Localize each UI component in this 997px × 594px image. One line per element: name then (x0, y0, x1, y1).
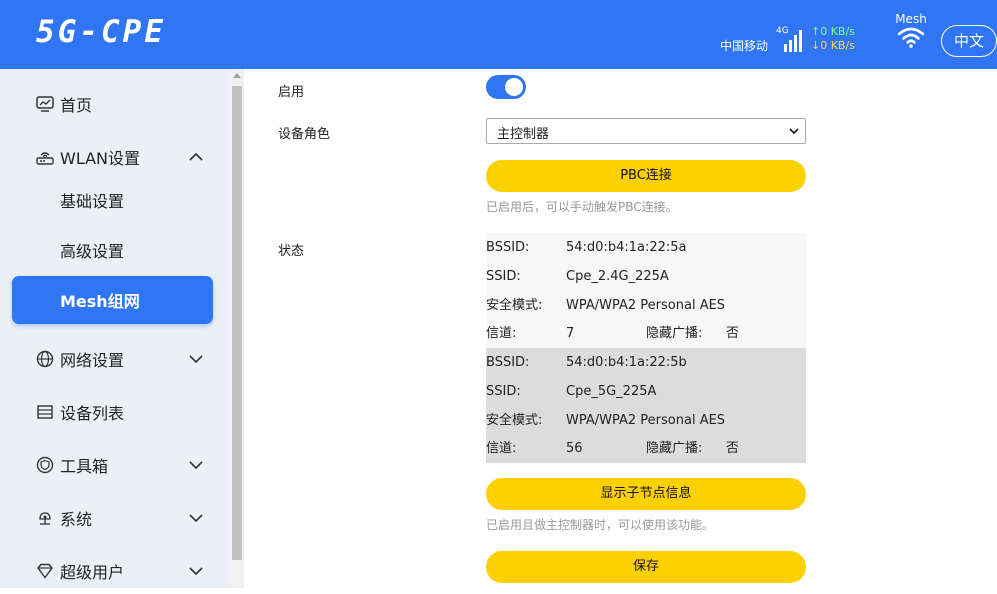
pbc-connect-button[interactable]: PBC连接 (486, 160, 806, 192)
network-type: 4G (776, 26, 789, 36)
mesh-label: Mesh (895, 12, 927, 26)
sidebar-item-label: Mesh组网 (60, 292, 140, 311)
signal-strength-icon: 4G (776, 26, 806, 52)
chevron-down-icon[interactable] (186, 455, 206, 475)
bssid-value: 54:d0:b4:1a:22:5a (566, 240, 687, 255)
enable-toggle[interactable] (486, 75, 526, 99)
pbc-hint: 已启用后，可以手动触发PBC连接。 (486, 200, 678, 214)
sidebar-item-wlan-advanced[interactable]: 高级设置 (0, 227, 230, 273)
channel-label: 信道: (486, 441, 517, 456)
subnode-hint: 已启用且做主控制器时，可以使用该功能。 (486, 518, 715, 532)
sidebar-item-wlan[interactable]: WLAN设置 (0, 134, 230, 180)
sidebar-item-system[interactable]: 系统 (0, 495, 230, 541)
sidebar-item-superuser[interactable]: 超级用户 (0, 548, 230, 594)
hidden-broadcast-value: 否 (726, 326, 740, 341)
scroll-up-arrow-icon[interactable] (233, 73, 241, 78)
sidebar-item-toolbox[interactable]: 工具箱 (0, 442, 230, 488)
role-label: 设备角色 (278, 127, 331, 142)
security-label: 安全模式: (486, 298, 543, 313)
sidebar-item-label: 超级用户 (60, 563, 125, 582)
hidden-broadcast-label: 隐藏广播: (646, 326, 703, 341)
sidebar-item-label: 网络设置 (60, 351, 125, 370)
channel-label: 信道: (486, 326, 517, 341)
sidebar-item-label: 系统 (60, 510, 93, 529)
sidebar-item-mesh[interactable]: Mesh组网 (12, 276, 213, 324)
sidebar-item-label: 基础设置 (60, 192, 125, 211)
security-label: 安全模式: (486, 413, 543, 428)
sidebar-item-home[interactable]: 首页 (0, 81, 230, 127)
carrier-name: 中国移动 (720, 39, 769, 53)
sidebar-item-label: 高级设置 (60, 242, 125, 261)
status-row: SSID: Cpe_2.4G_225A (486, 262, 806, 291)
ssid-value: Cpe_5G_225A (566, 384, 657, 399)
security-value: WPA/WPA2 Personal AES (566, 413, 726, 428)
shield-icon (36, 456, 54, 474)
brand-logo: 5G-CPE (36, 14, 166, 50)
ssid-label: SSID: (486, 269, 521, 284)
toggle-knob (505, 78, 523, 96)
sidebar-item-label: WLAN设置 (60, 149, 141, 168)
mesh-status[interactable]: Mesh (891, 12, 931, 52)
status-label: 状态 (278, 244, 305, 259)
status-row: 安全模式: WPA/WPA2 Personal AES (486, 406, 806, 435)
router-icon (36, 148, 54, 166)
status-row: 信道: 7 隐藏广播: 否 (486, 319, 806, 348)
ssid-label: SSID: (486, 384, 521, 399)
sidebar-item-wlan-basic[interactable]: 基础设置 (0, 177, 230, 223)
scrollbar-thumb[interactable] (232, 86, 242, 560)
sidebar-item-label: 设备列表 (60, 404, 125, 423)
chevron-up-icon[interactable] (186, 147, 206, 167)
chevron-down-icon[interactable] (186, 561, 206, 581)
status-row: 安全模式: WPA/WPA2 Personal AES (486, 291, 806, 320)
chevron-down-icon[interactable] (186, 349, 206, 369)
status-row: SSID: Cpe_5G_225A (486, 377, 806, 406)
bssid-label: BSSID: (486, 240, 530, 255)
system-icon (36, 509, 54, 527)
chevron-down-icon (789, 128, 799, 135)
status-row: BSSID: 54:d0:b4:1a:22:5b (486, 348, 806, 377)
hidden-broadcast-label: 隐藏广播: (646, 441, 703, 456)
diamond-icon (36, 562, 54, 580)
network-status-block: BSSID: 54:d0:b4:1a:22:5a SSID: Cpe_2.4G_… (486, 233, 806, 348)
bssid-label: BSSID: (486, 355, 530, 370)
show-subnode-info-button[interactable]: 显示子节点信息 (486, 478, 806, 510)
list-icon (36, 403, 54, 421)
hidden-broadcast-value: 否 (726, 441, 740, 456)
channel-value: 56 (566, 441, 583, 456)
ssid-value: Cpe_2.4G_225A (566, 269, 669, 284)
save-button[interactable]: 保存 (486, 551, 806, 583)
sidebar-item-devices[interactable]: 设备列表 (0, 389, 230, 435)
security-value: WPA/WPA2 Personal AES (566, 298, 726, 313)
chevron-down-icon[interactable] (186, 508, 206, 528)
language-button[interactable]: 中文 (941, 25, 997, 57)
download-rate: ↓0 KB/s (811, 39, 855, 52)
status-row: BSSID: 54:d0:b4:1a:22:5a (486, 233, 806, 262)
sidebar-item-label: 首页 (60, 96, 93, 115)
enable-label: 启用 (278, 85, 305, 100)
traffic-rates: ↑0 KB/s ↓0 KB/s (811, 25, 855, 53)
monitor-icon (36, 95, 54, 113)
role-select[interactable]: 主控制器 (486, 118, 806, 144)
wifi-icon (897, 27, 925, 48)
sidebar-item-network[interactable]: 网络设置 (0, 336, 230, 382)
channel-value: 7 (566, 326, 575, 341)
globe-icon (36, 350, 54, 368)
status-row: 信道: 56 隐藏广播: 否 (486, 434, 806, 463)
role-select-value: 主控制器 (497, 127, 550, 142)
top-header: 5G-CPE 中国移动 4G ↑0 KB/s ↓0 KB/s Mesh 中文 (0, 0, 997, 69)
upload-rate: ↑0 KB/s (811, 25, 855, 38)
sidebar-item-label: 工具箱 (60, 457, 109, 476)
bssid-value: 54:d0:b4:1a:22:5b (566, 355, 687, 370)
network-status-block: BSSID: 54:d0:b4:1a:22:5b SSID: Cpe_5G_22… (486, 348, 806, 463)
